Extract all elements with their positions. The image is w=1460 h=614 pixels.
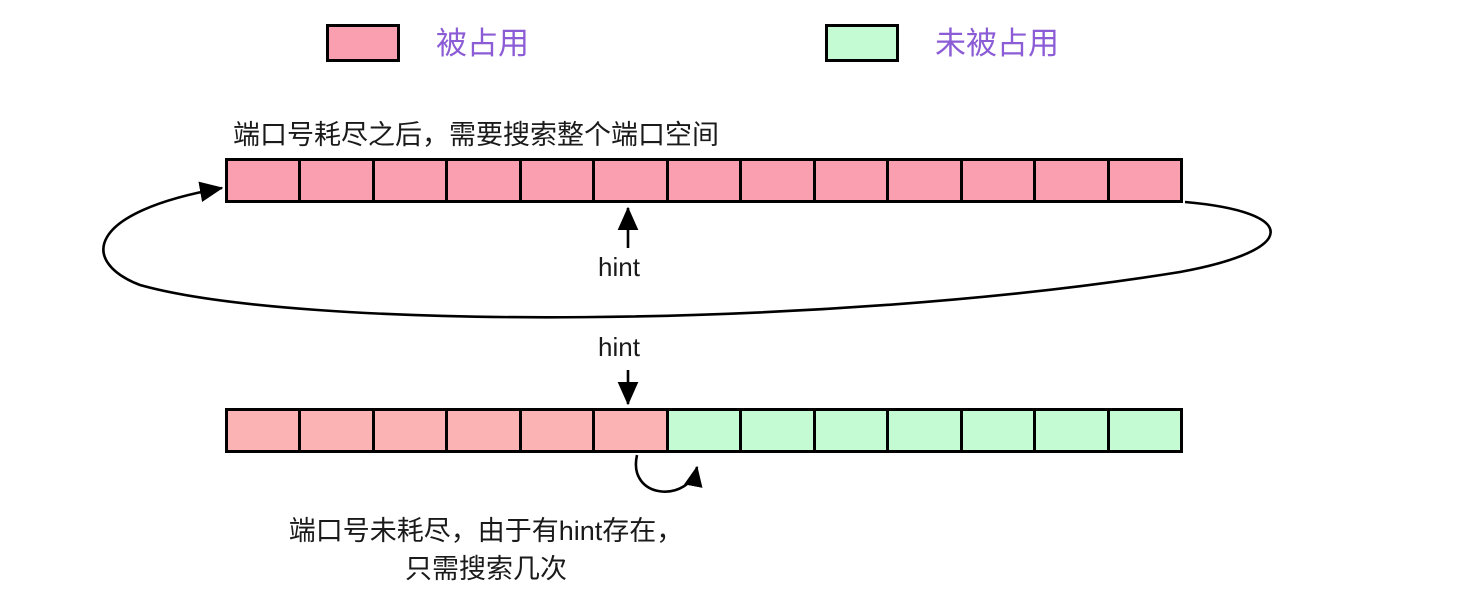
port-occupied-cell xyxy=(595,411,669,450)
legend-item-free: 未被占用 xyxy=(825,24,1059,62)
port-free-cell xyxy=(668,411,743,450)
port-free-cell xyxy=(1109,411,1181,450)
port-occupied-cell xyxy=(374,161,449,200)
port-occupied-cell xyxy=(1109,161,1181,200)
port-occupied-cell xyxy=(668,161,743,200)
legend-label-occupied: 被占用 xyxy=(436,25,529,61)
port-free-cell xyxy=(815,411,890,450)
port-occupied-cell xyxy=(521,411,596,450)
legend-item-occupied: 被占用 xyxy=(326,24,529,62)
port-free-cell xyxy=(962,411,1037,450)
port-occupied-cell xyxy=(448,161,522,200)
port-occupied-cell xyxy=(521,161,596,200)
port-occupied-cell xyxy=(595,161,669,200)
port-occupied-cell xyxy=(889,161,963,200)
short-search-arrow xyxy=(634,454,703,493)
bottom-caption-line-2: 只需搜索几次 xyxy=(405,554,567,585)
port-space-bar-partial xyxy=(225,408,1183,453)
port-occupied-cell xyxy=(228,161,302,200)
port-free-cell xyxy=(742,411,816,450)
port-occupied-cell xyxy=(448,411,522,450)
port-occupied-cell xyxy=(301,411,375,450)
port-space-bar-exhausted xyxy=(225,158,1183,203)
port-free-cell xyxy=(1036,411,1110,450)
wraparound-search-arrow xyxy=(102,181,1272,319)
legend-swatch-free xyxy=(825,24,899,62)
hint-label-bottom: hint xyxy=(598,332,640,362)
port-occupied-cell xyxy=(374,411,449,450)
port-occupied-cell xyxy=(301,161,375,200)
bottom-caption-line-1: 端口号未耗尽，由于有hint存在， xyxy=(288,516,684,546)
diagram-canvas: 被占用 未被占用 端口号耗尽之后，需要搜索整个端口空间 hint hint 端口… xyxy=(0,0,1460,614)
port-occupied-cell xyxy=(1036,161,1110,200)
top-caption: 端口号耗尽之后，需要搜索整个端口空间 xyxy=(233,120,719,150)
port-occupied-cell xyxy=(962,161,1037,200)
hint-label-top: hint xyxy=(598,252,640,282)
port-occupied-cell xyxy=(815,161,890,200)
port-occupied-cell xyxy=(228,411,302,450)
port-free-cell xyxy=(889,411,963,450)
port-occupied-cell xyxy=(742,161,816,200)
bottom-caption: 端口号未耗尽，由于有hint存在， 只需搜索几次 xyxy=(0,512,1216,589)
legend-swatch-occupied xyxy=(326,24,400,62)
legend-label-free: 未被占用 xyxy=(935,25,1059,61)
